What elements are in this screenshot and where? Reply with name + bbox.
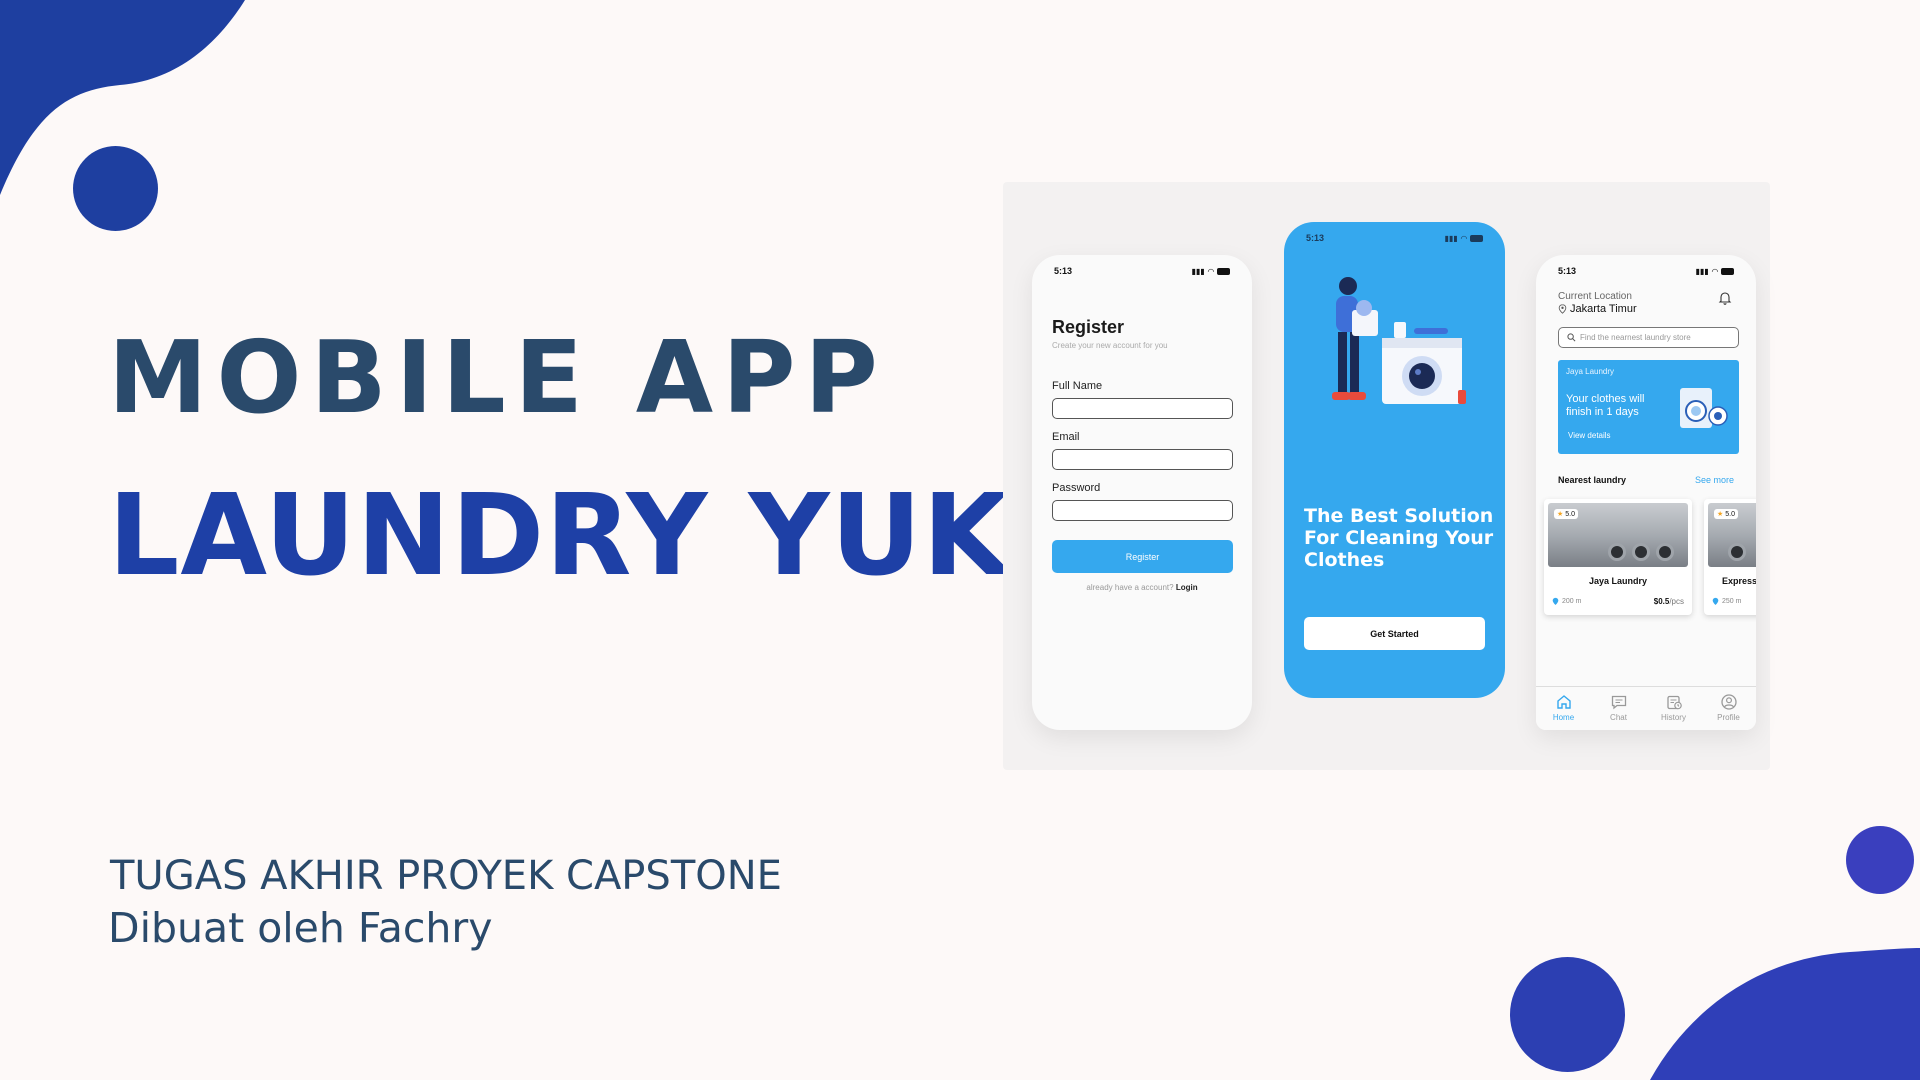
wifi-icon: ◠ xyxy=(1207,266,1214,276)
home-icon xyxy=(1556,695,1571,709)
rating-badge: ★ 5.0 xyxy=(1714,509,1738,519)
location-label: Current Location xyxy=(1558,291,1632,302)
store-card[interactable]: ★ 5.0 Jaya Laundry 200 m $0.5/pcs xyxy=(1544,499,1692,615)
battery-icon xyxy=(1721,267,1734,275)
register-phone: 5:13 ▮▮▮ ◠ Register Create your new accou… xyxy=(1032,255,1252,730)
pin-icon xyxy=(1558,304,1567,314)
password-field[interactable] xyxy=(1052,500,1233,521)
status-bar: 5:13 ▮▮▮ ◠ xyxy=(1054,263,1230,279)
nav-home[interactable]: Home xyxy=(1542,693,1586,722)
subtitle-author: Dibuat oleh Fachry xyxy=(108,904,493,952)
nav-history[interactable]: History xyxy=(1652,693,1696,722)
status-time: 5:13 xyxy=(1306,233,1325,243)
laundry-illustration xyxy=(1332,277,1466,404)
store-distance: 250 m xyxy=(1712,597,1741,606)
washing-machine-icon xyxy=(1680,388,1728,428)
onboarding-phone: 5:13 ▮▮▮ ◠ The Best Solution For Cleaning… xyxy=(1284,222,1505,698)
onboarding-headline: The Best Solution For Cleaning Your Clot… xyxy=(1304,505,1494,571)
status-bar: 5:13 ▮▮▮ ◠ xyxy=(1306,230,1483,246)
store-name: Jaya Laundry xyxy=(1588,576,1648,586)
pin-icon xyxy=(1552,597,1559,605)
store-name: Express xyxy=(1722,576,1756,586)
store-photo: ★ 5.0 xyxy=(1548,503,1688,567)
store-price: $0.5/pcs xyxy=(1653,597,1684,606)
password-label: Password xyxy=(1052,482,1101,494)
store-card[interactable]: ★ 5.0 Express 250 m xyxy=(1704,499,1756,615)
nav-profile[interactable]: Profile xyxy=(1707,693,1751,722)
battery-icon xyxy=(1217,267,1230,275)
see-more-link[interactable]: See more xyxy=(1695,475,1734,485)
nearest-laundry-label: Nearest laundry xyxy=(1558,475,1627,485)
title-mobile-app: MOBILE APP xyxy=(108,319,887,436)
email-label: Email xyxy=(1052,431,1080,443)
register-title: Register xyxy=(1052,317,1125,337)
bottom-nav: Home Chat History Profile xyxy=(1536,686,1756,730)
pin-icon xyxy=(1712,597,1719,605)
star-icon: ★ xyxy=(1557,511,1564,518)
location-value[interactable]: Jakarta Timur xyxy=(1558,303,1637,315)
store-distance: 200 m xyxy=(1552,597,1581,606)
profile-icon xyxy=(1720,694,1737,710)
search-input[interactable]: Find the nearnest laundry store xyxy=(1558,327,1739,348)
order-store-name: Jaya Laundry xyxy=(1566,367,1615,376)
status-bar: 5:13 ▮▮▮ ◠ xyxy=(1558,263,1734,279)
order-message: Your clothes will finish in 1 days xyxy=(1566,393,1645,418)
register-button[interactable]: Register xyxy=(1052,540,1233,573)
signal-icon: ▮▮▮ xyxy=(1191,266,1205,276)
home-phone: 5:13 ▮▮▮ ◠ Current Location Jakarta Timur… xyxy=(1536,255,1756,730)
bell-icon[interactable] xyxy=(1718,291,1732,305)
signal-icon: ▮▮▮ xyxy=(1444,233,1458,243)
history-icon xyxy=(1666,695,1682,710)
order-status-card[interactable]: Jaya Laundry Your clothes will finish in… xyxy=(1558,360,1739,454)
full-name-field[interactable] xyxy=(1052,398,1233,419)
status-time: 5:13 xyxy=(1558,266,1577,276)
bottom-dot xyxy=(1510,957,1625,1072)
star-icon: ★ xyxy=(1717,511,1724,518)
search-icon xyxy=(1567,333,1576,342)
nav-chat[interactable]: Chat xyxy=(1597,693,1641,722)
status-time: 5:13 xyxy=(1054,266,1073,276)
title-laundry-yuk: LAUNDRY YUK xyxy=(108,471,1011,601)
top-left-dot xyxy=(73,146,158,231)
login-link[interactable]: Login xyxy=(1176,583,1198,592)
view-details-link[interactable]: View details xyxy=(1568,431,1611,440)
chat-icon xyxy=(1611,695,1626,710)
bottom-right-blob xyxy=(1650,948,1920,1080)
get-started-button[interactable]: Get Started xyxy=(1304,617,1485,650)
register-subtitle: Create your new account for you xyxy=(1052,341,1168,350)
search-placeholder: Find the nearnest laundry store xyxy=(1580,333,1691,342)
wifi-icon: ◠ xyxy=(1460,233,1467,243)
login-prompt: already have a account? Login xyxy=(1086,583,1198,592)
full-name-label: Full Name xyxy=(1052,380,1103,392)
wifi-icon: ◠ xyxy=(1711,266,1718,276)
right-dot xyxy=(1846,826,1914,894)
store-photo: ★ 5.0 xyxy=(1708,503,1756,567)
battery-icon xyxy=(1470,234,1483,242)
signal-icon: ▮▮▮ xyxy=(1695,266,1709,276)
email-field[interactable] xyxy=(1052,449,1233,470)
rating-badge: ★ 5.0 xyxy=(1554,509,1578,519)
subtitle-capstone: TUGAS AKHIR PROYEK CAPSTONE xyxy=(110,853,782,899)
